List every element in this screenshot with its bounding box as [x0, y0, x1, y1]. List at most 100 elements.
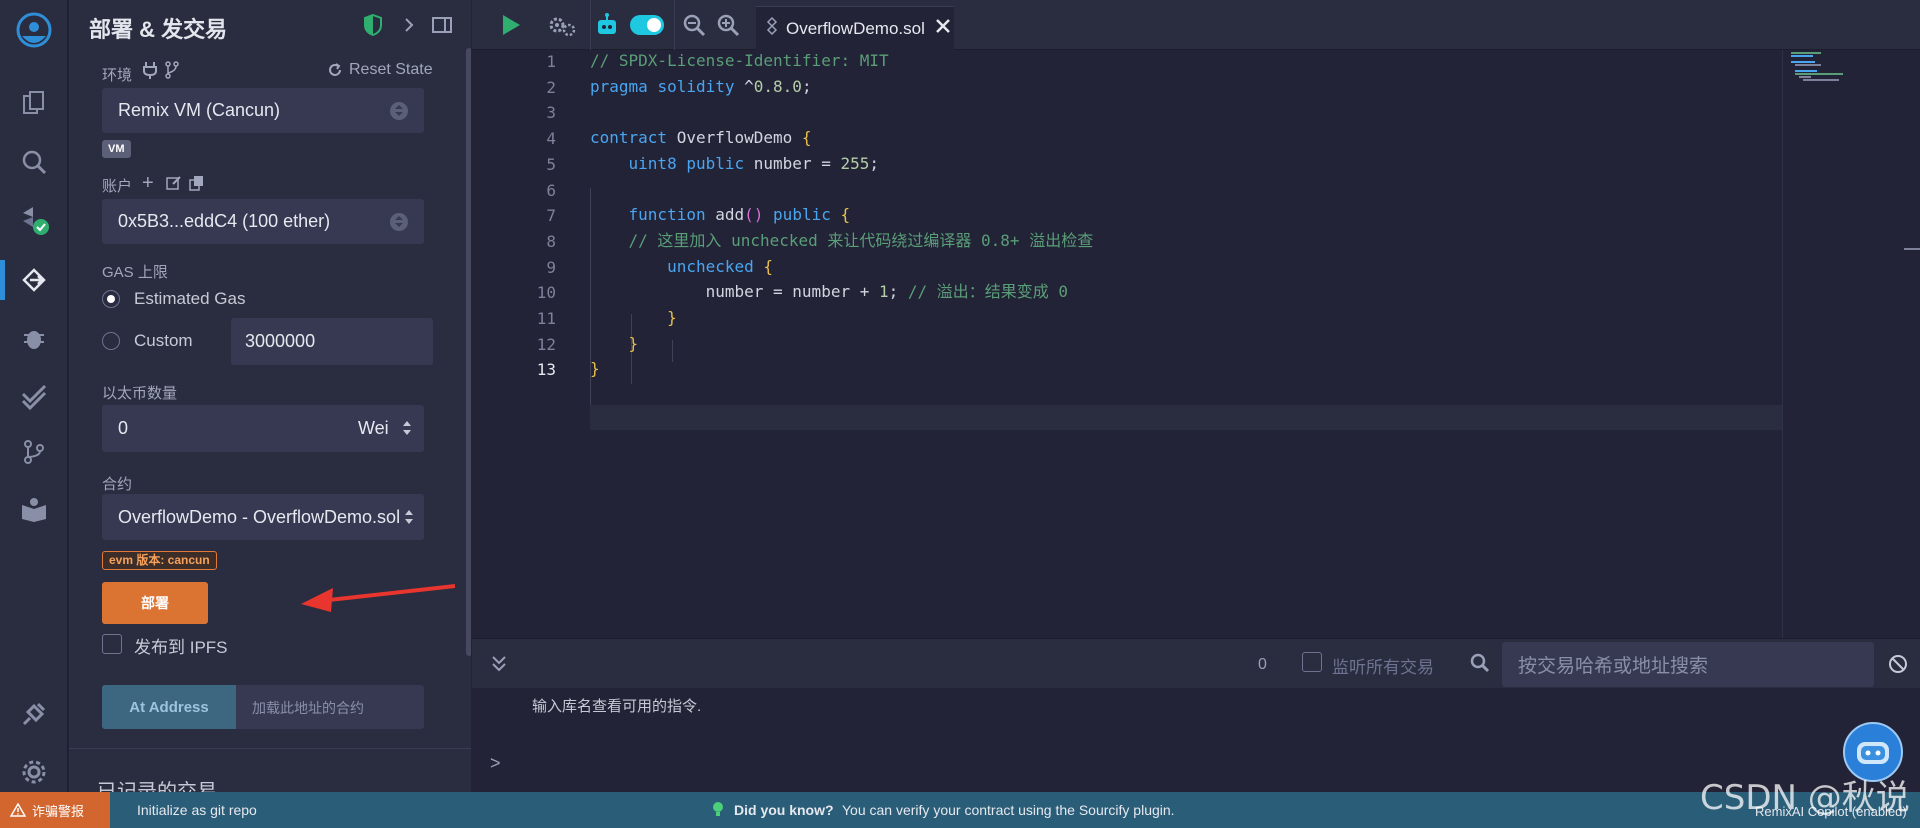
deploy-button[interactable]: 部署 — [102, 582, 208, 624]
edit-icon[interactable] — [166, 175, 182, 196]
deploy-run-icon[interactable] — [14, 260, 54, 300]
compile-settings-icon[interactable] — [546, 12, 576, 38]
code-line[interactable]: // SPDX-License-Identifier: MIT — [590, 48, 889, 73]
terminal-prompt[interactable]: > — [490, 753, 501, 774]
value-input[interactable]: 0 Wei — [102, 405, 424, 452]
scam-alert-button[interactable]: 诈骗警报 — [0, 792, 110, 828]
code-line[interactable]: } — [590, 331, 639, 356]
ai-toggle-switch[interactable] — [630, 12, 664, 38]
code-line[interactable]: } — [590, 305, 677, 330]
unit-arrows-icon[interactable] — [402, 419, 412, 442]
custom-gas-radio[interactable] — [102, 332, 120, 350]
reset-state-button[interactable]: Reset State — [349, 61, 433, 79]
code-line[interactable]: function add() public { — [590, 202, 851, 227]
zoom-in-icon[interactable] — [716, 12, 740, 38]
contract-select[interactable]: OverflowDemo - OverflowDemo.sol — [102, 494, 424, 540]
copy-icon[interactable] — [189, 175, 205, 196]
gas-limit-label: GAS 上限 — [102, 264, 168, 281]
unit-testing-icon[interactable] — [14, 376, 54, 416]
minimap[interactable] — [1782, 50, 1902, 638]
environment-label: 环境 — [102, 67, 133, 84]
debugger-icon[interactable] — [14, 318, 54, 358]
git-init-link[interactable]: Initialize as git repo — [137, 802, 257, 818]
code-line[interactable]: unchecked { — [590, 254, 773, 279]
line-number: 13 — [536, 360, 556, 380]
panel-scrollbar[interactable] — [466, 48, 471, 656]
fork-icon[interactable] — [164, 61, 180, 84]
value-unit-select[interactable]: Wei — [358, 418, 389, 439]
editor-toolbar: OverflowDemo.sol — [472, 0, 1920, 50]
plugin-manager-icon[interactable] — [14, 694, 54, 734]
terminal-hint: 输入库名查看可用的指令. — [532, 698, 702, 715]
at-address-input[interactable]: 加载此地址的合约 — [252, 698, 364, 718]
line-number: 11 — [536, 309, 556, 328]
line-number: 1 — [546, 52, 556, 71]
value-label: 以太币数量 — [102, 385, 178, 402]
terminal-toolbar: 0 监听所有交易 按交易哈希或地址搜索 — [472, 638, 1920, 688]
chevron-right-icon[interactable] — [399, 14, 421, 36]
reset-icon[interactable] — [327, 62, 343, 83]
publish-ipfs-checkbox[interactable] — [102, 634, 122, 654]
at-address-button[interactable]: At Address — [102, 685, 236, 729]
scroll-marker — [1904, 248, 1920, 250]
code-editor[interactable]: // SPDX-License-Identifier: MIT pragma so… — [590, 50, 1782, 638]
environment-select[interactable]: Remix VM (Cancun) — [102, 88, 424, 133]
terminal-search-icon — [1470, 653, 1490, 678]
shield-icon[interactable] — [363, 13, 385, 37]
tx-search-input[interactable]: 按交易哈希或地址搜索 — [1502, 642, 1874, 687]
search-icon[interactable] — [14, 142, 54, 182]
clear-terminal-icon[interactable] — [1888, 654, 1908, 679]
run-play-icon[interactable] — [500, 12, 522, 38]
line-number: 9 — [546, 257, 556, 277]
csdn-watermark: CSDN @秋说 — [1700, 778, 1910, 818]
indent-guide — [672, 340, 673, 362]
line-number: 6 — [546, 180, 556, 200]
estimated-gas-label: Estimated Gas — [134, 289, 246, 308]
compiler-icon[interactable] — [14, 200, 54, 240]
code-line[interactable]: contract OverflowDemo { — [590, 125, 812, 150]
code-line[interactable]: // 这里加入 unchecked 来让代码绕过编译器 0.8+ 溢出检查 — [590, 228, 1094, 253]
panel-title: 部署 & 发交易 — [89, 17, 228, 42]
scam-alert-label: 诈骗警报 — [32, 803, 85, 819]
code-line[interactable]: pragma solidity ^0.8.0; — [590, 74, 812, 99]
remix-logo-icon[interactable] — [14, 10, 54, 50]
line-number: 5 — [546, 154, 556, 174]
custom-gas-input[interactable]: 3000000 — [231, 318, 433, 365]
account-select[interactable]: 0x5B3...eddC4 (100 ether) — [102, 199, 424, 244]
tip-text: You can verify your contract using the S… — [842, 802, 1175, 818]
listen-all-label: 监听所有交易 — [1332, 658, 1434, 677]
plug-icon[interactable] — [142, 61, 158, 84]
code-line[interactable]: uint8 public number = 255; — [590, 151, 879, 176]
tab-overflowdemo-sol[interactable]: OverflowDemo.sol — [756, 6, 954, 50]
account-value: 0x5B3...eddC4 (100 ether) — [118, 211, 331, 231]
select-arrows-icon — [390, 213, 408, 231]
code-line[interactable]: number = number + 1; // 溢出：结果变成 0 — [590, 279, 1068, 304]
evm-version-badge: evm 版本: cancun — [102, 551, 217, 570]
lightbulb-icon — [712, 801, 724, 820]
listen-all-checkbox[interactable] — [1302, 652, 1322, 672]
settings-gear-icon[interactable] — [14, 752, 54, 792]
estimated-gas-radio[interactable] — [102, 290, 120, 308]
collapse-terminal-icon[interactable] — [490, 653, 508, 678]
contract-label: 合约 — [102, 476, 133, 493]
environment-value: Remix VM (Cancun) — [118, 100, 281, 120]
value-amount: 0 — [118, 418, 129, 438]
toggle-panel-icon[interactable] — [431, 14, 453, 36]
zoom-out-icon[interactable] — [682, 12, 706, 38]
recorded-transactions-header[interactable]: 已记录的交易 — [97, 775, 217, 792]
red-arrow-annotation — [301, 584, 455, 612]
file-explorer-icon[interactable] — [14, 83, 54, 123]
learneth-icon[interactable] — [14, 490, 54, 530]
code-line[interactable]: } — [590, 356, 600, 381]
add-account-icon[interactable]: + — [142, 173, 154, 193]
editor-scrollbar[interactable] — [1902, 50, 1920, 638]
deploy-panel: 部署 & 发交易 环境 Reset State Remix VM (Cancun… — [69, 0, 471, 792]
close-tab-icon[interactable] — [935, 18, 951, 39]
toolbar-divider — [674, 0, 675, 50]
remix-ide: 部署 & 发交易 环境 Reset State Remix VM (Cancun… — [0, 0, 1920, 828]
custom-gas-label: Custom — [134, 331, 193, 350]
at-address-row: At Address 加载此地址的合约 — [102, 685, 424, 729]
robot-ai-icon[interactable] — [594, 12, 620, 38]
git-icon[interactable] — [14, 432, 54, 472]
line-number: 10 — [536, 283, 556, 303]
